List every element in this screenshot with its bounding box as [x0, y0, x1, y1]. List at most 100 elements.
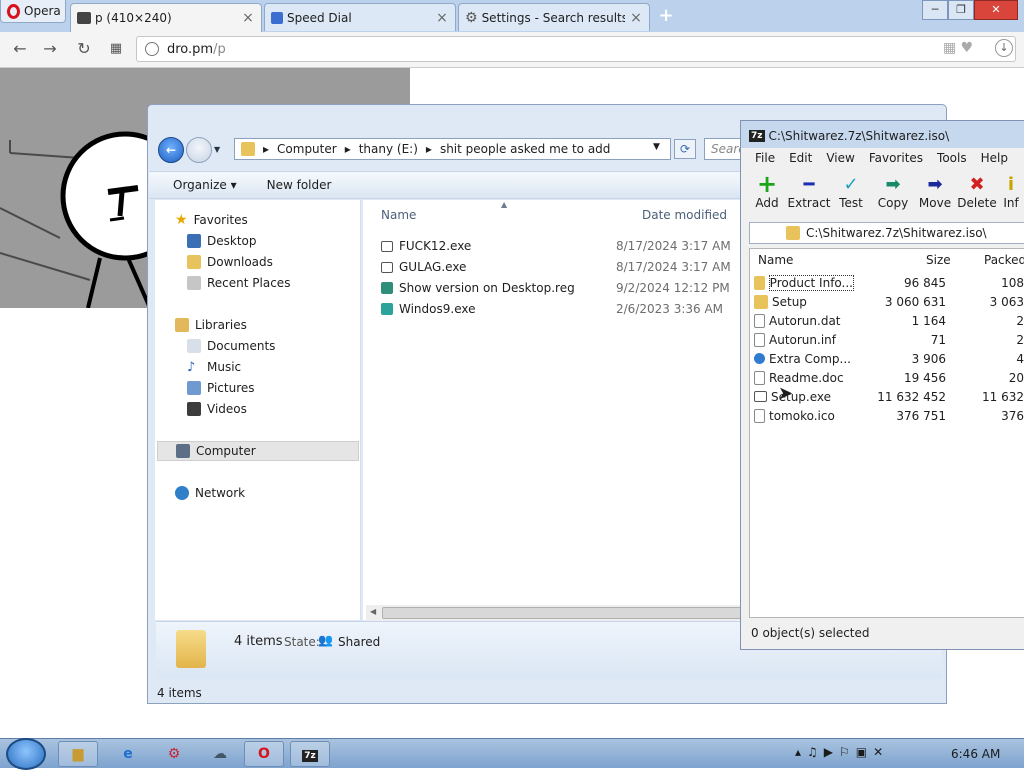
menu-favorites[interactable]: Favorites	[869, 151, 923, 165]
delete-x-icon: ✖	[969, 173, 985, 195]
nav-label: Favorites	[193, 213, 248, 227]
archive-row[interactable]: Autorun.dat 1 164 2	[754, 311, 1024, 330]
info-button[interactable]: i Inf	[1001, 169, 1021, 219]
breadcrumb-dropdown-icon[interactable]: ▼	[653, 142, 660, 152]
forward-arrow-icon[interactable]: →	[38, 38, 62, 60]
copy-button[interactable]: ➡ Copy	[875, 169, 911, 219]
libraries-icon	[175, 318, 189, 332]
url-path: /p	[213, 41, 226, 57]
add-button[interactable]: + Add	[749, 169, 785, 219]
file-row[interactable]: GULAG.exe 8/17/2024 3:17 AM	[381, 257, 731, 277]
windows-logo-icon	[381, 303, 393, 315]
sidebar-item-downloads[interactable]: Downloads	[187, 252, 273, 272]
archive-row[interactable]: Product Info... 96 845 108	[754, 273, 1024, 292]
row-name: Setup	[772, 294, 807, 309]
menu-tools[interactable]: Tools	[937, 151, 967, 165]
sidebar-item-music[interactable]: ♪ Music	[187, 357, 241, 377]
path-field[interactable]: C:\Shitwarez.7z\Shitwarez.iso\	[749, 222, 1024, 244]
heart-icon[interactable]: ▦ ♥	[943, 40, 973, 56]
scroll-left-icon[interactable]: ◀	[370, 607, 376, 616]
column-header-date[interactable]: Date modified	[642, 208, 727, 222]
close-icon[interactable]: ×	[241, 10, 255, 26]
archive-row[interactable]: Autorun.inf 71 2	[754, 330, 1024, 349]
taskbar-explorer[interactable]: ▆	[58, 741, 98, 767]
breadcrumb-drive[interactable]: thany (E:)	[359, 142, 418, 156]
close-icon[interactable]: ×	[629, 10, 643, 26]
download-icon[interactable]: ↓	[995, 39, 1013, 57]
sidebar-item-pictures[interactable]: Pictures	[187, 378, 255, 398]
copy-arrow-icon: ➡	[885, 173, 901, 195]
minimize-button[interactable]: ─	[922, 0, 948, 20]
archive-row[interactable]: Readme.doc 19 456 20	[754, 368, 1024, 387]
sidebar-item-desktop[interactable]: Desktop	[187, 231, 257, 251]
file-date: 2/6/2023 3:36 AM	[616, 302, 724, 316]
videos-icon	[187, 402, 201, 416]
menu-help[interactable]: Help	[981, 151, 1008, 165]
start-button[interactable]	[6, 738, 46, 770]
organize-button[interactable]: Organize ▾	[173, 178, 237, 192]
menu-view[interactable]: View	[826, 151, 854, 165]
reload-icon[interactable]: ↻	[72, 38, 96, 60]
archive-row[interactable]: Extra Comp... 3 906 4	[754, 349, 1024, 368]
archive-row[interactable]: tomoko.ico 376 751 376	[754, 406, 1024, 425]
button-label: Extract	[787, 196, 831, 210]
taskbar-internet-explorer[interactable]: e	[108, 741, 148, 767]
address-field[interactable]: dro.pm/p ▦ ♥ ↓	[136, 36, 1016, 62]
back-arrow-icon[interactable]: ←	[8, 38, 32, 60]
computer-icon	[176, 444, 190, 458]
menu-file[interactable]: File	[755, 151, 775, 165]
breadcrumb-folder[interactable]: shit people asked me to add	[440, 142, 610, 156]
sidebar-item-network[interactable]: Network	[175, 483, 245, 503]
taskbar-7zip[interactable]: 7z	[290, 741, 330, 767]
nav-libraries[interactable]: Libraries	[175, 315, 247, 335]
tab-p[interactable]: p (410×240) ×	[70, 3, 262, 32]
maximize-button[interactable]: ❐	[948, 0, 974, 20]
forward-button[interactable]	[186, 137, 212, 163]
delete-button[interactable]: ✖ Delete	[957, 169, 996, 219]
column-header-name[interactable]: Name	[381, 208, 416, 222]
file-date: 8/17/2024 3:17 AM	[616, 239, 731, 253]
system-tray-icons[interactable]: ▴♫▶⚐▣✕	[795, 745, 889, 759]
file-row[interactable]: Windos9.exe 2/6/2023 3:36 AM	[381, 299, 723, 319]
clock[interactable]: 6:46 AM	[951, 747, 1000, 761]
back-button[interactable]: ←	[158, 137, 184, 163]
opera-menu-button[interactable]: Opera	[0, 0, 66, 23]
recent-pages-chevron-icon[interactable]: ▼	[214, 145, 220, 154]
sidebar-item-recent-places[interactable]: Recent Places	[187, 273, 290, 293]
row-name: Extra Comp...	[769, 351, 851, 366]
close-window-button[interactable]: ✕	[974, 0, 1018, 20]
archive-row[interactable]: Setup.exe 11 632 452 11 632	[754, 387, 1024, 406]
test-button[interactable]: ✓ Test	[833, 169, 869, 219]
column-header-name[interactable]: Name	[758, 253, 793, 267]
sidebar-item-computer[interactable]: Computer	[157, 441, 359, 461]
new-folder-button[interactable]: New folder	[267, 178, 332, 192]
taskbar-opera[interactable]: O	[244, 741, 284, 767]
nav-label: Videos	[207, 402, 247, 416]
sidebar-item-documents[interactable]: Documents	[187, 336, 275, 356]
column-header-size[interactable]: Size	[926, 253, 951, 267]
taskbar-app-4[interactable]: ☁	[200, 741, 240, 767]
window-title: C:\Shitwarez.7z\Shitwarez.iso\	[768, 129, 950, 143]
row-name: Autorun.dat	[769, 313, 841, 328]
breadcrumb[interactable]: ▸ Computer ▸ thany (E:) ▸ shit people as…	[234, 138, 671, 160]
taskbar-app-3[interactable]: ⚙	[154, 741, 194, 767]
row-packed: 4	[1016, 351, 1024, 366]
file-row[interactable]: FUCK12.exe 8/17/2024 3:17 AM	[381, 236, 731, 256]
tab-settings[interactable]: ⚙ Settings - Search results ×	[458, 3, 650, 31]
refresh-icon[interactable]: ⟳	[674, 139, 696, 159]
row-size: 71	[930, 332, 946, 347]
speed-dial-grid-icon[interactable]: ▦	[104, 38, 128, 60]
extract-button[interactable]: ━ Extract	[788, 169, 831, 219]
breadcrumb-computer[interactable]: Computer	[277, 142, 337, 156]
archive-row[interactable]: Setup 3 060 631 3 063	[754, 292, 1024, 311]
nav-favorites[interactable]: ★ Favorites	[175, 210, 248, 230]
column-header-packed[interactable]: Packed	[984, 253, 1024, 267]
tab-speed-dial[interactable]: Speed Dial ×	[264, 3, 456, 31]
file-row[interactable]: Show version on Desktop.reg 9/2/2024 12:1…	[381, 278, 730, 298]
move-button[interactable]: ➡ Move	[917, 169, 953, 219]
new-tab-button[interactable]: +	[656, 6, 676, 26]
close-icon[interactable]: ×	[435, 10, 449, 26]
menu-edit[interactable]: Edit	[789, 151, 812, 165]
sidebar-item-videos[interactable]: Videos	[187, 399, 247, 419]
site-info-icon[interactable]	[145, 42, 159, 56]
